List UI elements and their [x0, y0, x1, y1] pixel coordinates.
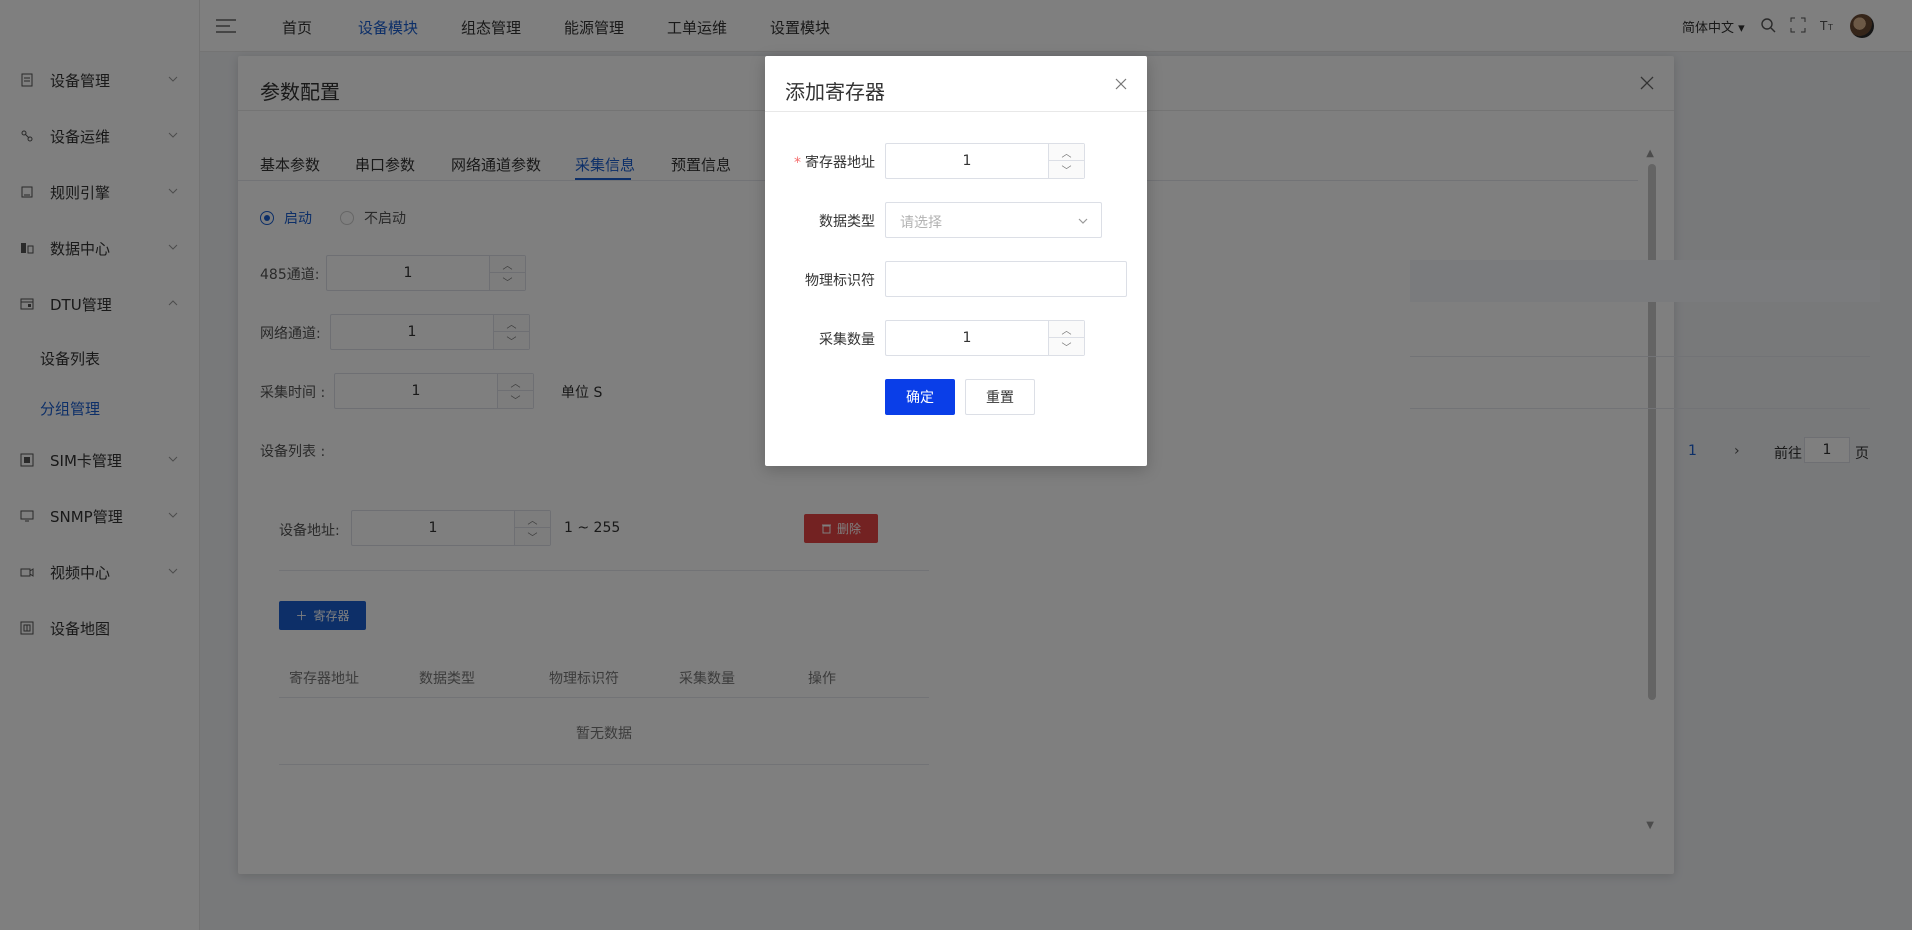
- decrement-button[interactable]: ﹀: [1049, 161, 1084, 178]
- data-type-label: 数据类型: [819, 214, 875, 230]
- register-address-label: * 寄存器地址: [765, 152, 875, 172]
- stepper-value: 1: [962, 153, 972, 169]
- increment-button[interactable]: ︿: [1049, 321, 1084, 338]
- stepper-controls: ︿﹀: [1048, 144, 1084, 178]
- physical-id-label: 物理标识符: [805, 273, 875, 289]
- chevron-down-icon: [1078, 218, 1088, 224]
- required-mark: *: [794, 155, 801, 171]
- data-type-select[interactable]: 请选择: [885, 202, 1102, 238]
- increment-button[interactable]: ︿: [1049, 144, 1084, 161]
- divider: [765, 111, 1147, 112]
- add-register-dialog: 添加寄存器 * 寄存器地址 1 ︿ ﹀ 数据类型 请选择 物理标识符 采集数量 1 …: [765, 56, 1147, 466]
- register-address-stepper[interactable]: 1 ︿ ﹀: [885, 143, 1085, 179]
- stepper-value: 1: [962, 330, 972, 346]
- label-text: 寄存器地址: [805, 155, 875, 171]
- collection-count-stepper[interactable]: 1 ︿ ﹀: [885, 320, 1085, 356]
- select-placeholder: 请选择: [900, 215, 942, 231]
- stepper-controls: ︿﹀: [1048, 321, 1084, 355]
- collection-count-label: 采集数量: [819, 332, 875, 348]
- confirm-button[interactable]: 确定: [885, 379, 955, 415]
- reset-button[interactable]: 重置: [965, 379, 1035, 415]
- dialog-title: 添加寄存器: [785, 80, 885, 104]
- decrement-button[interactable]: ﹀: [1049, 338, 1084, 355]
- close-icon[interactable]: [1115, 78, 1127, 90]
- physical-id-input[interactable]: [885, 261, 1127, 297]
